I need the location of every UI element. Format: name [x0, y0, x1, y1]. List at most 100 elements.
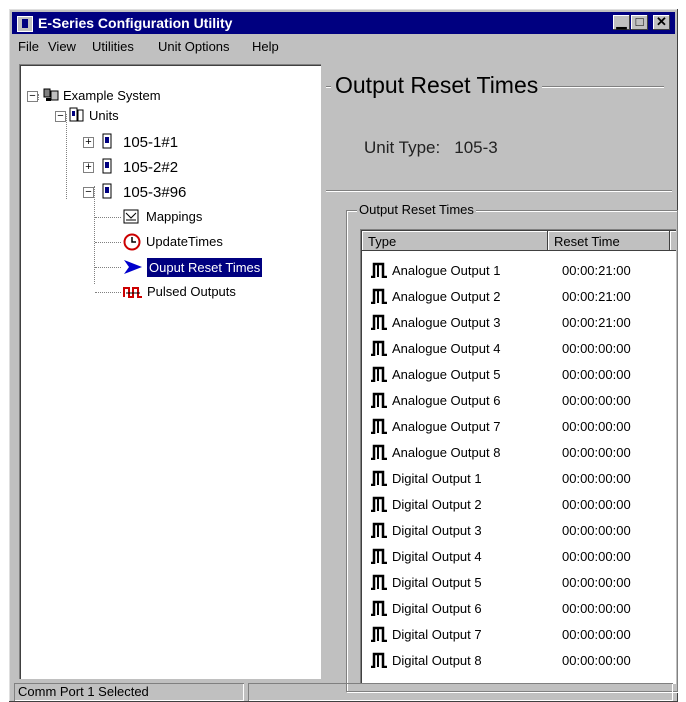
list-item[interactable]: Digital Output 4 00:00:00:00 — [362, 543, 672, 569]
reset-times-list[interactable]: Type Reset Time Analogue Output 1 00:00:2… — [360, 229, 676, 684]
tree-item-label-selected: Ouput Reset Times — [147, 258, 263, 277]
square-wave-icon — [371, 470, 387, 486]
tree-item-reset-times[interactable]: Ouput Reset Times — [123, 258, 313, 278]
mappings-icon — [123, 209, 139, 224]
tree-unit-2[interactable]: + 105-2#2 — [81, 158, 281, 178]
output-type: Digital Output 3 — [392, 523, 482, 538]
reset-time: 00:00:21:00 — [562, 263, 631, 278]
unit-type-label: Unit Type: — [364, 138, 441, 157]
list-item[interactable]: Digital Output 8 00:00:00:00 — [362, 647, 672, 673]
list-item[interactable]: Digital Output 6 00:00:00:00 — [362, 595, 672, 621]
square-wave-icon — [371, 548, 387, 564]
tree-item-pulsed-outputs[interactable]: Pulsed Outputs — [123, 283, 293, 303]
page-title: Output Reset Times — [331, 72, 543, 99]
tree-root[interactable]: − Example System — [25, 87, 305, 107]
tree-units[interactable]: − Units — [53, 107, 253, 127]
tree-line — [95, 292, 121, 293]
reset-time: 00:00:00:00 — [562, 471, 631, 486]
list-item[interactable]: Digital Output 1 00:00:00:00 — [362, 465, 672, 491]
menu-view[interactable]: View — [48, 39, 76, 54]
reset-time: 00:00:21:00 — [562, 315, 631, 330]
tree-unit-3[interactable]: − 105-3#96 — [81, 183, 281, 203]
square-wave-icon — [371, 496, 387, 512]
close-button[interactable]: ✕ — [653, 14, 670, 30]
column-header-reset-time[interactable]: Reset Time — [548, 231, 670, 251]
list-item[interactable]: Digital Output 3 00:00:00:00 — [362, 517, 672, 543]
unit-icon — [102, 158, 112, 174]
square-wave-icon — [371, 522, 387, 538]
list-item[interactable]: Analogue Output 2 00:00:21:00 — [362, 283, 672, 309]
unit-icon — [102, 133, 112, 149]
list-item[interactable]: Digital Output 5 00:00:00:00 — [362, 569, 672, 595]
square-wave-icon — [371, 314, 387, 330]
minimize-icon: ▁ — [616, 14, 627, 29]
output-type: Analogue Output 1 — [392, 263, 501, 278]
list-item[interactable]: Digital Output 2 00:00:00:00 — [362, 491, 672, 517]
menu-unit-options[interactable]: Unit Options — [158, 39, 230, 54]
list-item[interactable]: Analogue Output 5 00:00:00:00 — [362, 361, 672, 387]
reset-time: 00:00:00:00 — [562, 445, 631, 460]
tree-item-mappings[interactable]: Mappings — [123, 208, 273, 228]
maximize-button[interactable]: □ — [631, 14, 648, 30]
square-wave-icon — [371, 392, 387, 408]
collapse-toggle[interactable]: − — [83, 186, 94, 198]
list-item[interactable]: Digital Output 7 00:00:00:00 — [362, 621, 672, 647]
square-wave-icon — [371, 600, 387, 616]
minimize-button[interactable]: ▁ — [613, 14, 630, 30]
list-item[interactable]: Analogue Output 1 00:00:21:00 — [362, 257, 672, 283]
output-type: Digital Output 6 — [392, 601, 482, 616]
tree-line — [95, 242, 121, 243]
output-type: Analogue Output 8 — [392, 445, 501, 460]
output-type: Digital Output 4 — [392, 549, 482, 564]
tree-unit-1[interactable]: + 105-1#1 — [81, 133, 281, 153]
list-item[interactable]: Analogue Output 8 00:00:00:00 — [362, 439, 672, 465]
tree-view[interactable]: − Example System − Units + 105-1#1 + 105… — [19, 64, 321, 679]
title-bar[interactable]: E-Series Configuration Utility ▁ □ ✕ — [12, 12, 675, 34]
output-type: Analogue Output 4 — [392, 341, 501, 356]
reset-time: 00:00:00:00 — [562, 367, 631, 382]
output-reset-times-group: Output Reset Times Type Reset Time Analo… — [346, 202, 678, 692]
list-item[interactable]: Analogue Output 7 00:00:00:00 — [362, 413, 672, 439]
group-label: Output Reset Times — [357, 202, 476, 217]
tree-unit-label: 105-2#2 — [123, 159, 179, 176]
column-header-type[interactable]: Type — [362, 231, 548, 251]
tree-units-label: Units — [89, 108, 119, 123]
expand-toggle[interactable]: + — [83, 161, 94, 173]
square-wave-icon — [371, 262, 387, 278]
output-type: Analogue Output 7 — [392, 419, 501, 434]
reset-time: 00:00:00:00 — [562, 497, 631, 512]
collapse-toggle[interactable]: − — [55, 110, 66, 122]
tree-unit-label: 105-3#96 — [123, 184, 187, 201]
reset-time: 00:00:00:00 — [562, 419, 631, 434]
output-type: Analogue Output 5 — [392, 367, 501, 382]
collapse-toggle[interactable]: − — [27, 90, 38, 102]
menu-file[interactable]: File — [18, 39, 39, 54]
window-title: E-Series Configuration Utility — [38, 15, 233, 31]
tree-item-label: Pulsed Outputs — [147, 284, 236, 299]
status-text: Comm Port 1 Selected — [14, 683, 244, 701]
tree-item-update-times[interactable]: UpdateTimes — [123, 233, 283, 253]
square-wave-icon — [371, 574, 387, 590]
square-wave-icon — [371, 288, 387, 304]
units-icon — [69, 107, 84, 122]
list-item[interactable]: Analogue Output 3 00:00:21:00 — [362, 309, 672, 335]
list-item[interactable]: Analogue Output 6 00:00:00:00 — [362, 387, 672, 413]
reset-time: 00:00:00:00 — [562, 575, 631, 590]
network-icon — [43, 88, 59, 101]
square-wave-icon — [371, 626, 387, 642]
expand-toggle[interactable]: + — [83, 136, 94, 148]
reset-time: 00:00:00:00 — [562, 601, 631, 616]
reset-time: 00:00:00:00 — [562, 549, 631, 564]
list-item[interactable]: Analogue Output 4 00:00:00:00 — [362, 335, 672, 361]
reset-time: 00:00:00:00 — [562, 393, 631, 408]
status-panel-right — [248, 683, 673, 701]
menu-utilities[interactable]: Utilities — [92, 39, 134, 54]
arrow-icon — [124, 260, 142, 274]
square-wave-icon — [371, 444, 387, 460]
square-wave-icon — [371, 652, 387, 668]
tree-unit-label: 105-1#1 — [123, 134, 179, 151]
reset-time: 00:00:00:00 — [562, 523, 631, 538]
menu-help[interactable]: Help — [252, 39, 279, 54]
unit-type-value: 105-3 — [454, 138, 498, 157]
app-icon[interactable] — [17, 16, 33, 32]
